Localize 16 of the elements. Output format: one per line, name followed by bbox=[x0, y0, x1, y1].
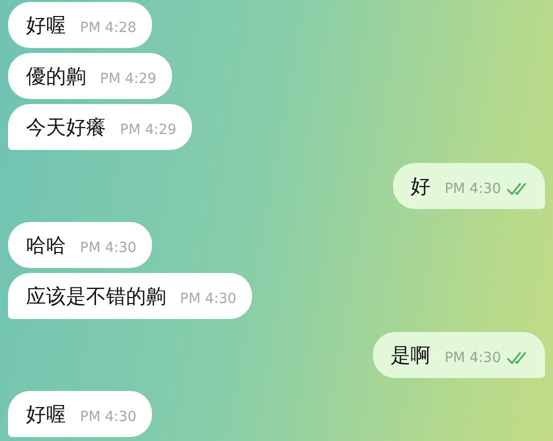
message-time: PM 4:30 bbox=[80, 409, 136, 425]
message-time: PM 4:30 bbox=[444, 181, 501, 197]
message-time: PM 4:30 bbox=[180, 291, 236, 307]
message-time: PM 4:30 bbox=[80, 240, 136, 256]
message-time: PM 4:28 bbox=[80, 20, 136, 36]
message-text: 哈哈 bbox=[26, 232, 66, 258]
message-text: 好喔 bbox=[26, 400, 66, 428]
message-text: 優的齁 bbox=[26, 62, 86, 90]
message-time: PM 4:30 bbox=[444, 350, 501, 366]
message-text: 好 bbox=[410, 172, 431, 200]
message-text: 是啊 bbox=[390, 342, 431, 368]
message-time: PM 4:29 bbox=[100, 71, 156, 87]
message-text: 应该是不错的齁 bbox=[26, 282, 166, 310]
message-time: PM 4:29 bbox=[120, 122, 176, 138]
message-text: 好喔 bbox=[26, 12, 66, 38]
message-text: 今天好癢 bbox=[26, 114, 106, 140]
